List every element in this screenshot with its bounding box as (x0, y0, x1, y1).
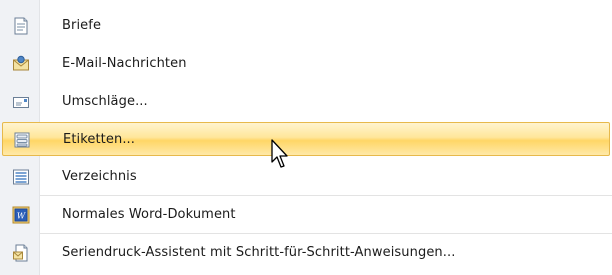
menu-item-label: Etiketten... (63, 132, 136, 147)
menu-item-label: Seriendruck-Assistent mit Schritt-für-Sc… (62, 245, 456, 260)
letter-document-icon (14, 17, 28, 35)
menu-item-label: Verzeichnis (62, 169, 137, 184)
word-document-icon: W (12, 206, 30, 224)
menu-item-normales-word-dokument[interactable]: W Normales Word-Dokument (2, 198, 610, 232)
email-envelope-icon (13, 55, 29, 71)
labels-icon (14, 132, 30, 148)
menu-item-label: Briefe (62, 18, 102, 33)
menu-item-label: Umschläge... (62, 94, 148, 109)
start-mail-merge-menu: Briefe E-Mail-Nachrichten Umschläge... E… (0, 0, 612, 275)
mail-merge-wizard-icon (13, 244, 28, 262)
menu-separator (40, 195, 612, 196)
mouse-pointer-icon (271, 139, 288, 168)
menu-item-briefe[interactable]: Briefe (2, 9, 610, 43)
svg-text:W: W (17, 212, 26, 221)
menu-separator (40, 233, 612, 234)
directory-list-icon (13, 169, 29, 185)
menu-item-label: Normales Word-Dokument (62, 207, 236, 222)
menu-item-verzeichnis[interactable]: Verzeichnis (2, 160, 610, 194)
menu-item-seriendruck-assistent[interactable]: Seriendruck-Assistent mit Schritt-für-Sc… (2, 236, 610, 270)
menu-item-email-nachrichten[interactable]: E-Mail-Nachrichten (2, 47, 610, 81)
menu-item-umschlaege[interactable]: Umschläge... (2, 85, 610, 119)
menu-item-label: E-Mail-Nachrichten (62, 56, 187, 71)
envelope-icon (13, 97, 29, 108)
menu-item-etiketten[interactable]: Etiketten... (2, 122, 610, 156)
